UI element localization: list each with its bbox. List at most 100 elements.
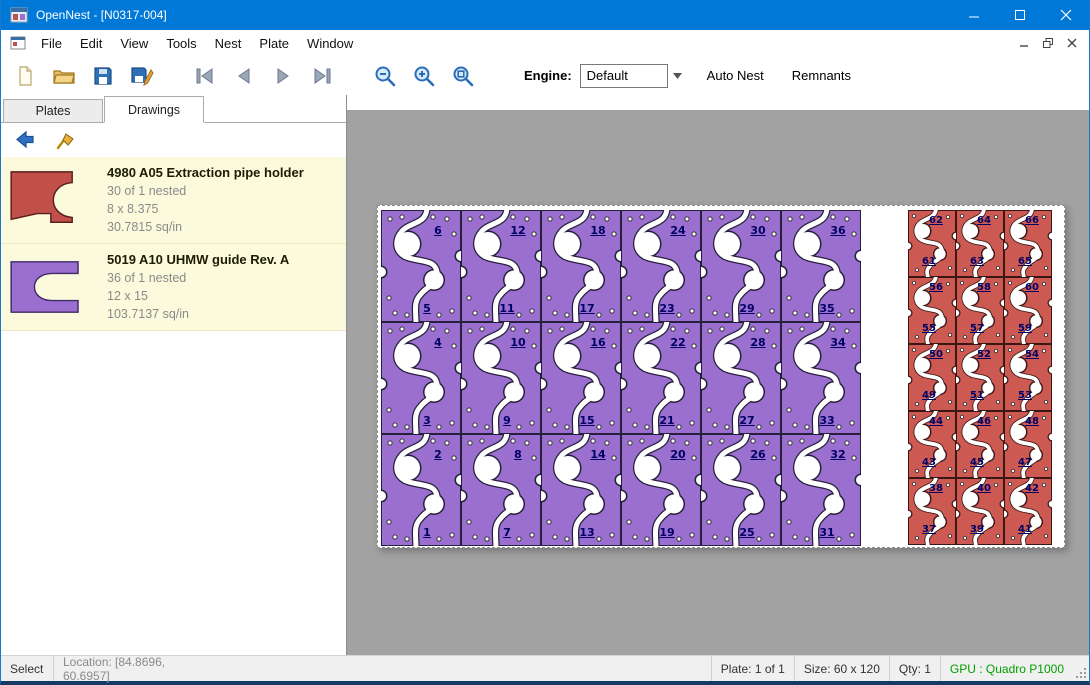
nest-part-pair[interactable]: 2423: [621, 210, 701, 322]
part-number: 52: [977, 349, 991, 361]
nest-part-pair[interactable]: 21: [381, 434, 461, 546]
maximize-button[interactable]: [997, 0, 1043, 30]
menu-item-nest[interactable]: Nest: [206, 32, 251, 55]
nest-canvas[interactable]: 6512111817242330293635431091615222128273…: [347, 95, 1089, 655]
nest-part-pair[interactable]: 3837: [908, 478, 956, 545]
nest-part-pair[interactable]: 4039: [956, 478, 1004, 545]
engine-value: Default: [587, 68, 628, 83]
part-number: 39: [970, 524, 984, 536]
nest-part-pair[interactable]: 1413: [541, 434, 621, 546]
part-number: 9: [503, 415, 511, 427]
part-number: 65: [1018, 256, 1032, 268]
replace-part-button[interactable]: [11, 127, 39, 153]
first-plate-button[interactable]: [190, 61, 220, 91]
part-number: 35: [819, 303, 834, 315]
part-number: 29: [739, 303, 754, 315]
uhmw-guide-part-icon: [381, 210, 461, 322]
next-plate-button[interactable]: [268, 61, 298, 91]
save-button[interactable]: [88, 61, 118, 91]
engine-dropdown-icon[interactable]: [670, 64, 685, 88]
part-number: 2: [434, 449, 442, 461]
nest-part-pair[interactable]: 5655: [908, 277, 956, 344]
document-icon: [10, 35, 26, 51]
part-number: 36: [830, 225, 845, 237]
zoom-out-button[interactable]: [370, 61, 400, 91]
engine-select[interactable]: Default: [580, 64, 668, 88]
mdi-close-button[interactable]: [1061, 33, 1083, 53]
part-number: 23: [659, 303, 674, 315]
part-thumbnail: [7, 256, 107, 318]
part-number: 28: [750, 337, 765, 349]
nest-part-pair[interactable]: 5251: [956, 344, 1004, 411]
nest-part-pair[interactable]: 54 53: [1004, 344, 1052, 411]
nest-part-pair[interactable]: 4241: [1004, 478, 1052, 545]
part-number: 11: [499, 303, 514, 315]
part-number: 32: [830, 449, 845, 461]
plate-size: Size: 60 x 120: [794, 656, 889, 681]
part-number: 46: [977, 416, 991, 428]
nest-part-pair[interactable]: 43: [381, 322, 461, 434]
nest-part-pair[interactable]: 2625: [701, 434, 781, 546]
save-as-button[interactable]: [127, 61, 157, 91]
part-number: 53: [1018, 390, 1032, 402]
nest-part-pair[interactable]: 6665: [1004, 210, 1052, 277]
close-button[interactable]: [1043, 0, 1089, 30]
part-number: 34: [830, 337, 845, 349]
menu-item-view[interactable]: View: [111, 32, 157, 55]
nest-part-pair[interactable]: 2827: [701, 322, 781, 434]
menu-item-tools[interactable]: Tools: [157, 32, 205, 55]
zoom-fit-button[interactable]: [448, 61, 478, 91]
open-button[interactable]: [49, 61, 79, 91]
part-number: 54: [1025, 349, 1039, 361]
nest-part-pair[interactable]: 65: [381, 210, 461, 322]
nest-part-pair[interactable]: 3433: [781, 322, 861, 434]
zoom-in-button[interactable]: [409, 61, 439, 91]
title-bar: OpenNest - [N0317-004]: [1, 0, 1089, 30]
drawing-list-item[interactable]: 4980 A05 Extraction pipe holder30 of 1 n…: [1, 157, 346, 244]
nest-part-pair[interactable]: 6059: [1004, 277, 1052, 344]
nest-part-pair[interactable]: 3029: [701, 210, 781, 322]
previous-plate-button[interactable]: [229, 61, 259, 91]
nest-part-pair[interactable]: 6261: [908, 210, 956, 277]
nest-part-pair[interactable]: 2221: [621, 322, 701, 434]
minimize-button[interactable]: [951, 0, 997, 30]
nest-part-pair[interactable]: 2019: [621, 434, 701, 546]
part-number: 7: [503, 527, 511, 539]
clear-parts-button[interactable]: [51, 127, 79, 153]
nest-part-pair[interactable]: 6463: [956, 210, 1004, 277]
part-number: 45: [970, 457, 984, 469]
part-number: 49: [922, 390, 936, 402]
mdi-minimize-button[interactable]: [1013, 33, 1035, 53]
menu-items: FileEditViewToolsNestPlateWindow: [32, 32, 362, 55]
nest-part-pair[interactable]: 3231: [781, 434, 861, 546]
remnants-button[interactable]: Remnants: [786, 64, 857, 87]
nest-part-pair[interactable]: 4443: [908, 411, 956, 478]
new-button[interactable]: [10, 61, 40, 91]
nest-part-pair[interactable]: 1817: [541, 210, 621, 322]
menu-item-file[interactable]: File: [32, 32, 71, 55]
nest-part-pair[interactable]: 36 35: [781, 210, 861, 322]
menu-item-window[interactable]: Window: [298, 32, 362, 55]
plate[interactable]: 6512111817242330293635431091615222128273…: [377, 205, 1065, 548]
nest-part-pair[interactable]: 46 45: [956, 411, 1004, 478]
part-number: 5: [423, 303, 431, 315]
nest-part-pair[interactable]: 1211: [461, 210, 541, 322]
drawing-list-item[interactable]: 5019 A10 UHMW guide Rev. A36 of 1 nested…: [1, 244, 346, 331]
nest-part-pair[interactable]: 4847: [1004, 411, 1052, 478]
part-number: 21: [659, 415, 674, 427]
menu-item-plate[interactable]: Plate: [250, 32, 298, 55]
menu-item-edit[interactable]: Edit: [71, 32, 111, 55]
nest-part-pair[interactable]: 5049: [908, 344, 956, 411]
mdi-restore-button[interactable]: [1037, 33, 1059, 53]
nest-part-pair[interactable]: 87: [461, 434, 541, 546]
nest-part-pair[interactable]: 109: [461, 322, 541, 434]
tab-plates[interactable]: Plates: [3, 99, 103, 122]
last-plate-button[interactable]: [307, 61, 337, 91]
tab-drawings[interactable]: Drawings: [104, 96, 204, 123]
auto-nest-button[interactable]: Auto Nest: [701, 64, 770, 87]
nest-part-pair[interactable]: 1615: [541, 322, 621, 434]
window-title: OpenNest - [N0317-004]: [36, 8, 167, 22]
resize-grip[interactable]: [1073, 656, 1089, 681]
nest-part-pair[interactable]: 5857: [956, 277, 1004, 344]
uhmw-guide-part-icon: [461, 322, 541, 434]
